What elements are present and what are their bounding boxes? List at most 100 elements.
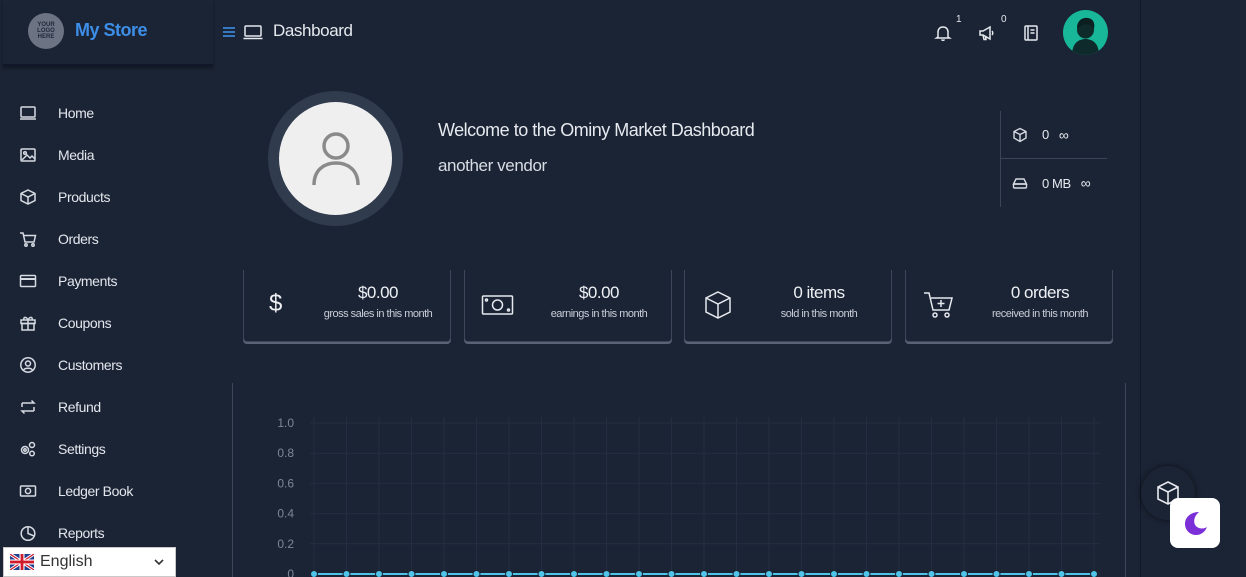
storage-limit: ∞ — [1080, 175, 1091, 191]
sidebar-item-label: Media — [58, 147, 95, 163]
refund-icon — [20, 399, 36, 415]
data-point[interactable] — [862, 570, 871, 577]
data-point[interactable] — [505, 570, 513, 577]
sidebar-item-label: Orders — [58, 231, 99, 247]
data-point[interactable] — [635, 570, 643, 577]
data-point[interactable] — [342, 570, 351, 577]
data-point[interactable] — [667, 570, 676, 577]
stat-label: sold in this month — [780, 308, 858, 320]
stat-label: earnings in this month — [550, 308, 648, 320]
sidebar-item-customers[interactable]: Customers — [0, 344, 214, 386]
y-tick-label: 1.0 — [277, 416, 294, 430]
product-limit: ∞ — [1058, 126, 1069, 143]
vendor-name: another vendor — [438, 156, 547, 175]
y-tick-label: 0.2 — [277, 537, 294, 551]
items-sold-card[interactable]: 0 items sold in this month — [684, 270, 892, 342]
data-point[interactable] — [732, 570, 741, 577]
hard-drive-icon — [1012, 178, 1028, 189]
store-name[interactable]: My Store — [75, 20, 148, 41]
gears-icon — [20, 441, 36, 457]
sidebar-item-home[interactable]: Home — [0, 92, 214, 134]
chevron-down-icon — [154, 559, 164, 566]
earnings-card[interactable]: $0.00 earnings in this month — [464, 270, 672, 342]
dark-mode-toggle[interactable] — [1170, 498, 1220, 548]
data-point[interactable] — [830, 570, 838, 577]
vendor-avatar[interactable] — [268, 91, 403, 226]
dollar-icon: $ — [269, 290, 283, 317]
data-point[interactable] — [472, 570, 481, 577]
orders-card[interactable]: 0 orders received in this month — [905, 270, 1113, 342]
data-point[interactable] — [927, 570, 936, 577]
page-title: Dashboard — [273, 21, 353, 40]
bell-icon[interactable] — [934, 24, 952, 42]
stat-value: 0 items — [793, 283, 845, 302]
data-point[interactable] — [537, 570, 546, 577]
cart-plus-icon — [924, 292, 953, 318]
brand: YOUR LOGO HERE My Store — [3, 0, 213, 66]
gross-sales-card[interactable]: $ $0.00 gross sales in this month — [243, 270, 451, 342]
logo-text: YOUR LOGO HERE — [37, 22, 55, 40]
image-icon — [20, 148, 36, 162]
data-point[interactable] — [570, 570, 578, 577]
stat-value: $0.00 — [357, 283, 399, 302]
menu-toggle-icon[interactable] — [222, 25, 236, 39]
announcement-count: 0 — [1001, 14, 1007, 25]
sidebar-item-payments[interactable]: Payments — [0, 260, 214, 302]
megaphone-icon[interactable] — [978, 24, 996, 42]
sales-chart: 1.0 0.8 0.6 0.4 0.2 0 — [277, 416, 1100, 577]
data-point[interactable] — [1025, 570, 1033, 577]
sidebar-item-products[interactable]: Products — [0, 176, 214, 218]
stat-value: $0.00 — [578, 283, 620, 302]
y-tick-label: 0.8 — [277, 446, 294, 460]
sidebar-item-label: Payments — [58, 273, 118, 289]
data-point[interactable] — [407, 570, 416, 577]
sidebar-item-refund[interactable]: Refund — [0, 386, 214, 428]
cube-icon — [705, 291, 731, 319]
quota-panel: 0 ∞ 0 MB ∞ — [1000, 111, 1107, 207]
sidebar-item-label: Refund — [58, 399, 101, 415]
y-tick-label: 0 — [287, 567, 294, 577]
vendor-avatar-inner — [279, 102, 392, 215]
data-point[interactable] — [797, 570, 806, 577]
data-point[interactable] — [440, 570, 448, 577]
sidebar-item-label: Customers — [58, 357, 123, 373]
sidebar-item-ledger-book[interactable]: Ledger Book — [0, 470, 214, 512]
sidebar-item-coupons[interactable]: Coupons — [0, 302, 214, 344]
data-point[interactable] — [375, 570, 383, 577]
avatar-person-icon — [1072, 17, 1099, 55]
sidebar-item-label: Coupons — [58, 315, 112, 331]
data-point[interactable] — [895, 570, 903, 577]
language-selector[interactable]: English — [3, 547, 176, 577]
sidebar-item-orders[interactable]: Orders — [0, 218, 214, 260]
user-avatar[interactable] — [1063, 10, 1108, 55]
data-point[interactable] — [960, 570, 968, 577]
data-point[interactable] — [310, 570, 318, 577]
welcome-text: Welcome to the Ominy Market Dashboard — [438, 120, 755, 140]
data-point[interactable] — [1057, 570, 1066, 577]
store-logo[interactable]: YOUR LOGO HERE — [28, 13, 64, 49]
sidebar-item-media[interactable]: Media — [0, 134, 214, 176]
gift-icon — [20, 316, 36, 331]
sidebar-item-label: Home — [58, 105, 94, 121]
user-placeholder-icon — [311, 131, 360, 185]
cube-icon — [20, 189, 36, 205]
sidebar-item-label: Ledger Book — [58, 483, 133, 499]
stat-value: 0 orders — [1010, 283, 1070, 302]
sidebar-item-settings[interactable]: Settings — [0, 428, 214, 470]
sidebar-menu: Home Media Products Orders Payments Coup… — [0, 92, 214, 554]
sidebar-item-label: Reports — [58, 525, 105, 541]
cart-icon — [20, 232, 37, 247]
notification-count: 1 — [956, 14, 962, 25]
pie-chart-icon — [20, 525, 36, 542]
top-bar: Dashboard 1 0 — [214, 0, 1140, 66]
data-point[interactable] — [602, 570, 611, 577]
data-point[interactable] — [992, 570, 1001, 577]
credit-card-icon — [19, 274, 37, 288]
stat-label: received in this month — [992, 308, 1089, 320]
data-point[interactable] — [1090, 570, 1098, 577]
data-point[interactable] — [700, 570, 708, 577]
sidebar: YOUR LOGO HERE My Store Home Media Produ… — [0, 0, 214, 577]
data-point[interactable] — [765, 570, 773, 577]
book-icon[interactable] — [1022, 24, 1040, 42]
money-icon — [481, 295, 514, 315]
